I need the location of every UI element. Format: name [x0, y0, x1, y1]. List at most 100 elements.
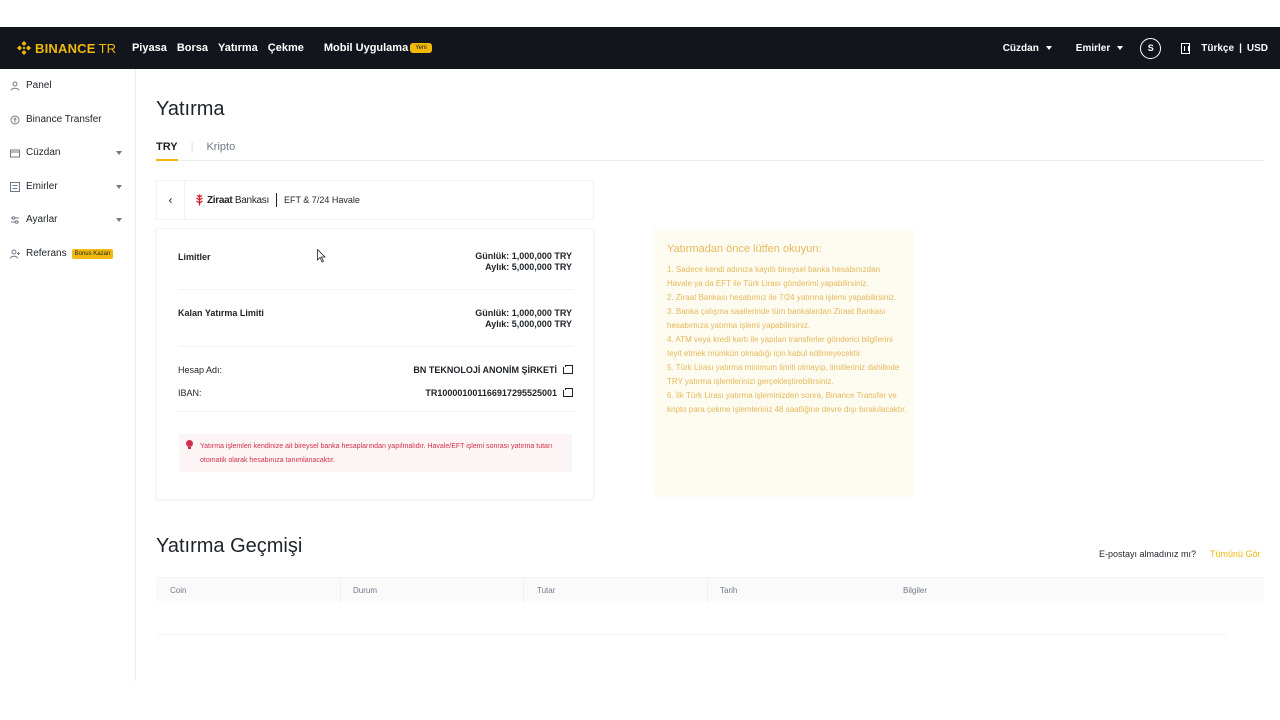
currency-label: USD [1246, 42, 1268, 54]
iban-value: TR100001001166917295525001 [425, 388, 557, 398]
binance-tr-logo[interactable]: BINANCE TR [16, 40, 116, 56]
tab-try[interactable]: TRY [156, 141, 178, 161]
download-app-icon[interactable] [1181, 42, 1191, 54]
transfer-method: EFT & 7/24 Havale [283, 195, 360, 205]
limits-label: Limitler [178, 252, 211, 262]
remaining-limit-values: Günlük: 1,000,000 TRY Aylık: 5,000,000 T… [475, 308, 572, 330]
wallet-dropdown[interactable]: Cüzdan [1003, 43, 1052, 54]
remaining-daily: Günlük: 1,000,000 TRY [475, 308, 572, 318]
sidebar-item-binance-transfer[interactable]: Binance Transfer [10, 114, 122, 125]
lightbulb-icon [186, 440, 193, 449]
sidebar-item-label: Binance Transfer [26, 114, 102, 125]
column-header-date: Tarih [720, 586, 738, 595]
settings-icon [10, 215, 20, 225]
deposit-tabs: TRY | Kripto [156, 141, 1264, 161]
remaining-limit-label: Kalan Yatırma Limiti [178, 308, 264, 318]
notice-title: Yatırmadan önce lütfen okuyun: [667, 243, 822, 255]
warning-text: Yatırma işlemleri kendinize ait bireysel… [200, 443, 553, 464]
mouse-cursor-icon [317, 249, 326, 263]
sidebar-item-label: Referans [26, 248, 67, 259]
column-header-coin: Coin [170, 586, 187, 595]
chevron-down-icon [116, 218, 122, 222]
sidebar-item-settings[interactable]: Ayarlar [10, 214, 122, 225]
currency-icon[interactable]: S [1140, 37, 1162, 59]
back-arrow-icon[interactable]: ‹ [157, 180, 185, 220]
language-currency-selector[interactable]: Türkçe | USD [1201, 43, 1268, 54]
copy-icon[interactable] [563, 365, 573, 374]
language-label: Türkçe [1201, 42, 1235, 54]
sidebar-item-label: Emirler [26, 181, 58, 192]
new-badge: Yeni [410, 43, 432, 53]
notice-item: 2. Ziraat Bankası hesabımız ile 7/24 yat… [667, 293, 897, 302]
nav-deposit[interactable]: Yatırma [218, 42, 258, 54]
nav-mobile-app[interactable]: Mobil Uygulama Yeni [324, 42, 432, 54]
sidebar-item-label: Ayarlar [26, 214, 58, 225]
notice-item: 1. Sadece kendi adınıza kayıtlı bireysel… [667, 265, 881, 288]
bank-selector: ‹ Ziraat Bankası EFT & 7/24 Havale [156, 180, 594, 220]
chevron-down-icon [116, 185, 122, 189]
bank-divider [275, 193, 277, 207]
tab-separator: | [190, 141, 194, 153]
remaining-monthly: Aylık: 5,000,000 TRY [485, 319, 572, 329]
orders-label: Emirler [1075, 42, 1111, 54]
column-header-info: Bilgiler [903, 586, 928, 595]
limits-monthly: Aylık: 5,000,000 TRY [485, 262, 572, 272]
email-not-received-link[interactable]: E-postayı almadınız mı? [1099, 549, 1196, 559]
iban-label: IBAN: [178, 388, 202, 398]
page-title: Yatırma [156, 98, 225, 120]
notice-item: 4. ATM veya kredi kartı ile yapılan tran… [667, 335, 893, 358]
wallet-icon [10, 148, 20, 158]
notice-list: 1. Sadece kendi adınıza kayıtlı bireysel… [667, 263, 907, 417]
limits-values: Günlük: 1,000,000 TRY Aylık: 5,000,000 T… [475, 251, 572, 273]
top-navbar: BINANCE TR Piyasa Borsa Yatırma Çekme Mo… [0, 27, 1280, 69]
table-header: Coin Durum Tutar Tarih Bilgiler [156, 577, 1264, 602]
column-header-amount: Tutar [537, 586, 556, 595]
ziraat-bank-logo: Ziraat Bankası [195, 194, 269, 206]
column-divider [707, 578, 708, 602]
deposit-details-card: Limitler Günlük: 1,000,000 TRY Aylık: 5,… [156, 228, 594, 500]
sidebar-item-label: Cüzdan [26, 147, 61, 158]
top-right-menu: Cüzdan Emirler S Türkçe | USD [1003, 27, 1268, 69]
notice-item: 3. Banka çalışma saatlerinde tüm bankala… [667, 307, 886, 330]
wallet-label: Cüzdan [1002, 42, 1039, 54]
nav-exchange[interactable]: Borsa [177, 42, 208, 54]
divider [178, 289, 574, 290]
nav-market[interactable]: Piyasa [132, 42, 167, 54]
view-all-link[interactable]: Tümünü Gör [1210, 549, 1261, 559]
column-divider [523, 578, 524, 602]
deposit-history-title: Yatırma Geçmişi [156, 535, 303, 557]
tab-crypto[interactable]: Kripto [206, 141, 235, 161]
notice-box: Yatırmadan önce lütfen okuyun: 1. Sadece… [654, 230, 913, 496]
sidebar-item-wallet[interactable]: Cüzdan [10, 147, 122, 158]
column-header-status: Durum [353, 586, 378, 595]
language-separator: | [1239, 42, 1242, 54]
warning-box: Yatırma işlemleri kendinize ait bireysel… [179, 434, 572, 472]
referral-icon [10, 249, 20, 259]
notice-item: 5. Türk Lirası yatırma minimum limiti ol… [667, 363, 900, 386]
bank-name-rest: Bankası [234, 194, 269, 206]
orders-dropdown[interactable]: Emirler [1075, 42, 1124, 54]
table-body-empty [156, 601, 1228, 635]
nav-withdraw[interactable]: Çekme [268, 42, 304, 54]
sidebar-item-referral[interactable]: Referans Bonus Kazan [10, 248, 122, 259]
divider [178, 346, 574, 347]
nav-mobile-app-label: Mobil Uygulama [323, 42, 409, 54]
sidebar-item-orders[interactable]: Emirler [10, 181, 122, 192]
notice-item: 6. İlk Türk Lirası yatırma işleminizden … [667, 391, 907, 414]
divider [178, 411, 574, 412]
ziraat-logo-icon [196, 194, 203, 206]
binance-logo-icon [16, 40, 32, 56]
bank-name-bold: Ziraat [207, 194, 233, 206]
limits-daily: Günlük: 1,000,000 TRY [475, 251, 572, 261]
sidebar-item-panel[interactable]: Panel [10, 80, 122, 91]
transfer-icon [10, 115, 20, 125]
copy-icon[interactable] [563, 388, 573, 397]
deposit-history-table: Coin Durum Tutar Tarih Bilgiler [156, 577, 1264, 635]
user-icon [10, 81, 20, 91]
sidebar: Panel Binance Transfer Cüzdan Emirler Ay… [0, 69, 136, 681]
column-divider [340, 578, 341, 602]
chevron-down-icon [1117, 46, 1124, 50]
brand-name: BINANCE [35, 40, 96, 56]
account-name-value: BN TEKNOLOJİ ANONİM ŞİRKETİ [413, 365, 557, 375]
chevron-down-icon [1045, 46, 1052, 50]
